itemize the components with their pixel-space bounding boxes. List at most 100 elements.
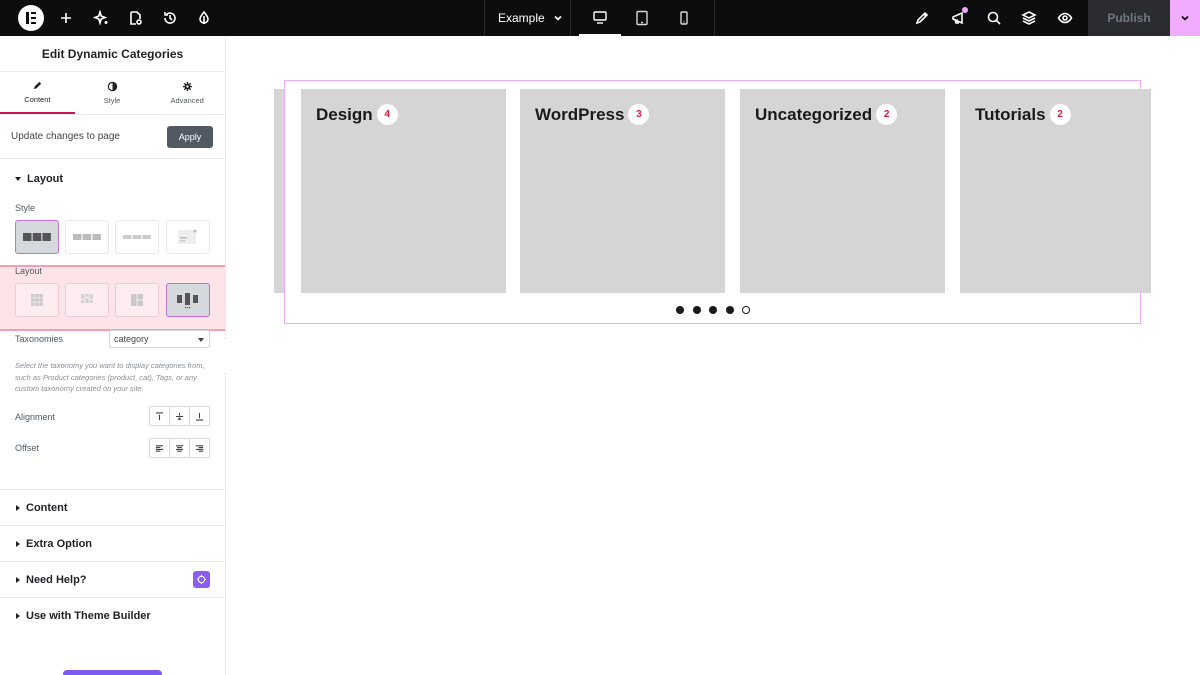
- tab-label: Advanced: [170, 96, 204, 105]
- desktop-view-button[interactable]: [579, 0, 621, 36]
- accordion-label: Extra Option: [26, 537, 93, 550]
- align-bottom-button[interactable]: [190, 407, 209, 425]
- category-title: Tutorials: [975, 104, 1046, 124]
- pagination-dot[interactable]: [692, 306, 701, 314]
- taxonomy-help-text: Select the taxonomy you want to display …: [15, 361, 205, 393]
- add-icon[interactable]: [56, 8, 76, 28]
- category-count-badge: 2: [1049, 104, 1071, 125]
- three-blocks-icon: [23, 233, 51, 241]
- align-top-icon: [155, 411, 164, 420]
- document-title: Example: [498, 11, 545, 25]
- desktop-icon: [593, 11, 607, 24]
- history-icon[interactable]: [160, 8, 180, 28]
- offset-left-button[interactable]: [150, 439, 170, 457]
- style-option-1[interactable]: [15, 220, 59, 254]
- offset-right-button[interactable]: [190, 439, 209, 457]
- publish-options-button[interactable]: [1170, 0, 1200, 36]
- tab-advanced[interactable]: Advanced: [149, 72, 225, 114]
- align-middle-icon: [175, 412, 184, 420]
- pencil-icon: [33, 81, 41, 90]
- style-option-2[interactable]: [65, 220, 109, 254]
- theme-style-icon[interactable]: [194, 8, 214, 28]
- pagination-dot[interactable]: [742, 306, 750, 314]
- layout-option-metro[interactable]: [115, 283, 159, 317]
- tablet-icon: [636, 10, 648, 26]
- pagination-dot[interactable]: [709, 306, 717, 314]
- tab-style[interactable]: Style: [75, 72, 150, 114]
- divider: [484, 0, 485, 36]
- layout-option-masonry[interactable]: [65, 283, 109, 317]
- mobile-view-button[interactable]: [663, 0, 705, 36]
- help-widget-icon[interactable]: [193, 571, 210, 588]
- help-badge-icon: [196, 574, 207, 585]
- tab-content[interactable]: Content: [0, 72, 75, 114]
- style-label: Style: [15, 203, 36, 213]
- apply-button[interactable]: Apply: [167, 125, 213, 148]
- page-settings-icon[interactable]: [125, 8, 145, 28]
- alignment-control: [149, 406, 210, 426]
- category-card[interactable]: Tutorials 2: [960, 89, 1151, 293]
- taxonomies-value: category: [114, 334, 149, 344]
- caret-right-icon: [16, 504, 20, 511]
- carousel-icon: [177, 293, 198, 309]
- layout-option-carousel[interactable]: [166, 283, 210, 317]
- card-preview-icon: [178, 229, 197, 244]
- layout-label: Layout: [15, 266, 43, 276]
- category-card[interactable]: Uncategorized 2: [740, 89, 945, 293]
- accordion-label: Need Help?: [26, 573, 87, 586]
- structure-icon[interactable]: [1019, 8, 1039, 28]
- chevron-down-icon: [1181, 15, 1189, 21]
- pagination-dot[interactable]: [725, 306, 734, 314]
- section-title: Layout: [27, 173, 64, 185]
- mobile-icon: [680, 11, 688, 25]
- offset-center-button[interactable]: [170, 439, 190, 457]
- style-option-4[interactable]: [166, 220, 210, 254]
- tab-label: Content: [24, 95, 51, 104]
- notification-dot: [962, 7, 968, 13]
- taxonomies-label: Taxonomies: [15, 334, 64, 344]
- grid-icon: [31, 294, 43, 306]
- taxonomies-select[interactable]: category: [109, 330, 210, 348]
- masonry-icon: [81, 294, 93, 303]
- layout-option-grid[interactable]: [15, 283, 59, 317]
- category-card[interactable]: Design 4: [301, 89, 506, 293]
- preview-canvas: Design 4 WordPress 3 Uncategorized 2 Tut…: [227, 36, 1200, 675]
- get-pro-button[interactable]: [63, 670, 162, 675]
- search-icon[interactable]: [984, 8, 1004, 28]
- ai-sparkle-icon[interactable]: [91, 8, 111, 28]
- three-outline-blocks-icon: [73, 234, 101, 240]
- half-circle-icon: [107, 81, 117, 92]
- align-middle-button[interactable]: [170, 407, 190, 425]
- tab-label: Style: [103, 96, 121, 105]
- preview-icon[interactable]: [1055, 8, 1075, 28]
- align-left-icon: [155, 444, 164, 452]
- tablet-view-button[interactable]: [621, 0, 663, 36]
- layout-section-toggle[interactable]: Layout: [15, 173, 63, 185]
- caret-right-icon: [16, 576, 20, 583]
- style-option-3[interactable]: [115, 220, 159, 254]
- accordion-label: Use with Theme Builder: [26, 609, 151, 622]
- pagination-dot[interactable]: [676, 306, 684, 314]
- elementor-logo[interactable]: [18, 5, 44, 31]
- category-title: Design: [316, 104, 373, 124]
- divider: [570, 0, 571, 36]
- accordion-content[interactable]: Content: [0, 489, 225, 525]
- category-title: Uncategorized: [755, 104, 873, 124]
- elementor-logo-icon: [26, 12, 36, 24]
- divider: [714, 0, 715, 36]
- align-right-icon: [195, 444, 204, 452]
- document-title-dropdown[interactable]: Example: [498, 0, 563, 36]
- align-bottom-icon: [195, 412, 204, 421]
- dropdown-arrow-icon: [198, 338, 204, 342]
- alignment-label: Alignment: [15, 412, 56, 422]
- accordion-extra-option[interactable]: Extra Option: [0, 525, 225, 561]
- category-card[interactable]: WordPress 3: [520, 89, 725, 293]
- publish-button[interactable]: Publish: [1088, 0, 1170, 36]
- accordion-need-help[interactable]: Need Help?: [0, 561, 225, 597]
- metro-icon: [131, 294, 143, 306]
- align-top-button[interactable]: [150, 407, 170, 425]
- accordion-theme-builder[interactable]: Use with Theme Builder: [0, 597, 225, 633]
- offset-control: [149, 438, 210, 458]
- site-settings-icon[interactable]: [912, 8, 932, 28]
- update-changes-text: Update changes to page: [11, 131, 120, 142]
